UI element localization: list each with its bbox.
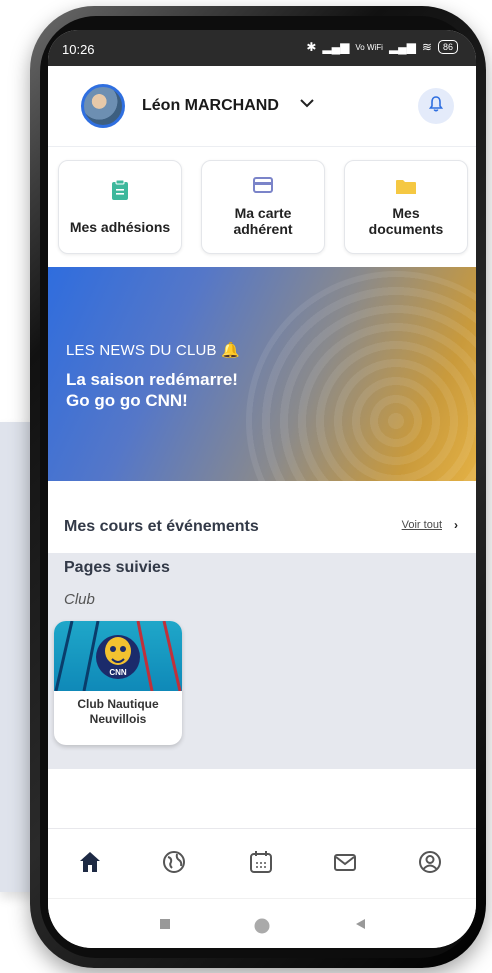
recents-button-icon[interactable] [158, 917, 172, 936]
club-name-line1: Club Nautique [77, 697, 159, 711]
news-banner[interactable]: LES NEWS DU CLUB 🔔 La saison redémarre! … [48, 267, 476, 481]
signal-icon-2: ▂▄▆ [388, 40, 416, 54]
calendar-icon[interactable] [241, 849, 281, 879]
avatar[interactable] [81, 84, 125, 128]
news-headline-line2: Go go go CNN! [66, 391, 188, 410]
club-logo-image: CNN [54, 621, 182, 692]
globe-icon[interactable] [154, 849, 194, 879]
status-bar: 10:26 ✱ ▂▄▆ Vo WiFi ▂▄▆ ≋ 86 [48, 30, 476, 66]
home-icon[interactable] [70, 849, 110, 879]
tile-label: Mes adhésions [69, 219, 171, 235]
see-all-link[interactable]: Voir tout [402, 519, 442, 531]
home-button-icon[interactable] [253, 917, 271, 940]
profile-icon[interactable] [410, 849, 450, 879]
bottom-navigation [48, 828, 476, 899]
events-section: Mes cours et événements Voir tout › [48, 481, 476, 553]
tile-label-line1: Mes [392, 205, 420, 221]
mail-icon[interactable] [325, 849, 365, 879]
club-name-line2: Neuvillois [89, 712, 147, 726]
tile-mes-documents[interactable]: Mes documents [344, 160, 468, 254]
bluetooth-icon: ✱ [306, 40, 317, 54]
svg-text:CNN: CNN [109, 668, 127, 677]
card-icon [202, 177, 324, 193]
app-screen: 10:26 ✱ ▂▄▆ Vo WiFi ▂▄▆ ≋ 86 Léon MARCHA… [48, 30, 476, 948]
wifi-icon: ≋ [421, 40, 432, 54]
clipboard-icon [59, 179, 181, 201]
chevron-down-icon[interactable] [298, 94, 316, 117]
bell-icon [427, 95, 445, 118]
followed-pages-section: Pages suivies Club CNN Club Nautique Neu… [48, 553, 476, 769]
signal-icon: ▂▄▆ [322, 40, 350, 54]
app-header: Léon MARCHAND [48, 66, 476, 147]
user-name[interactable]: Léon MARCHAND [142, 97, 279, 115]
followed-pages-category: Club [64, 591, 95, 608]
tile-label-line2: documents [368, 221, 444, 237]
battery-icon: 86 [437, 40, 458, 54]
news-headline-line1: La saison redémarre! [66, 370, 238, 389]
tile-ma-carte[interactable]: Ma carte adhérent [201, 160, 325, 254]
status-icons: ✱ ▂▄▆ Vo WiFi ▂▄▆ ≋ 86 [306, 40, 458, 54]
club-name: Club Nautique Neuvillois [54, 697, 182, 727]
folder-icon [345, 179, 467, 195]
shortcut-tiles: Mes adhésions Ma carte adhérent Mes docu… [58, 160, 468, 256]
news-headline: La saison redémarre! Go go go CNN! [66, 369, 366, 411]
tile-mes-adhesions[interactable]: Mes adhésions [58, 160, 182, 254]
status-time: 10:26 [62, 42, 95, 57]
tile-label-line1: Ma carte [234, 205, 292, 221]
events-title: Mes cours et événements [64, 518, 259, 535]
news-kicker: LES NEWS DU CLUB 🔔 [66, 342, 240, 359]
followed-pages-title: Pages suivies [64, 559, 170, 576]
vowifi-label: Vo WiFi [355, 42, 383, 52]
back-button-icon[interactable] [353, 917, 367, 936]
club-card[interactable]: CNN Club Nautique Neuvillois [54, 621, 182, 745]
tile-label-line2: adhérent [233, 221, 293, 237]
notifications-button[interactable] [418, 88, 454, 124]
chevron-right-icon[interactable]: › [454, 518, 458, 532]
system-navigation-bar [48, 898, 476, 948]
